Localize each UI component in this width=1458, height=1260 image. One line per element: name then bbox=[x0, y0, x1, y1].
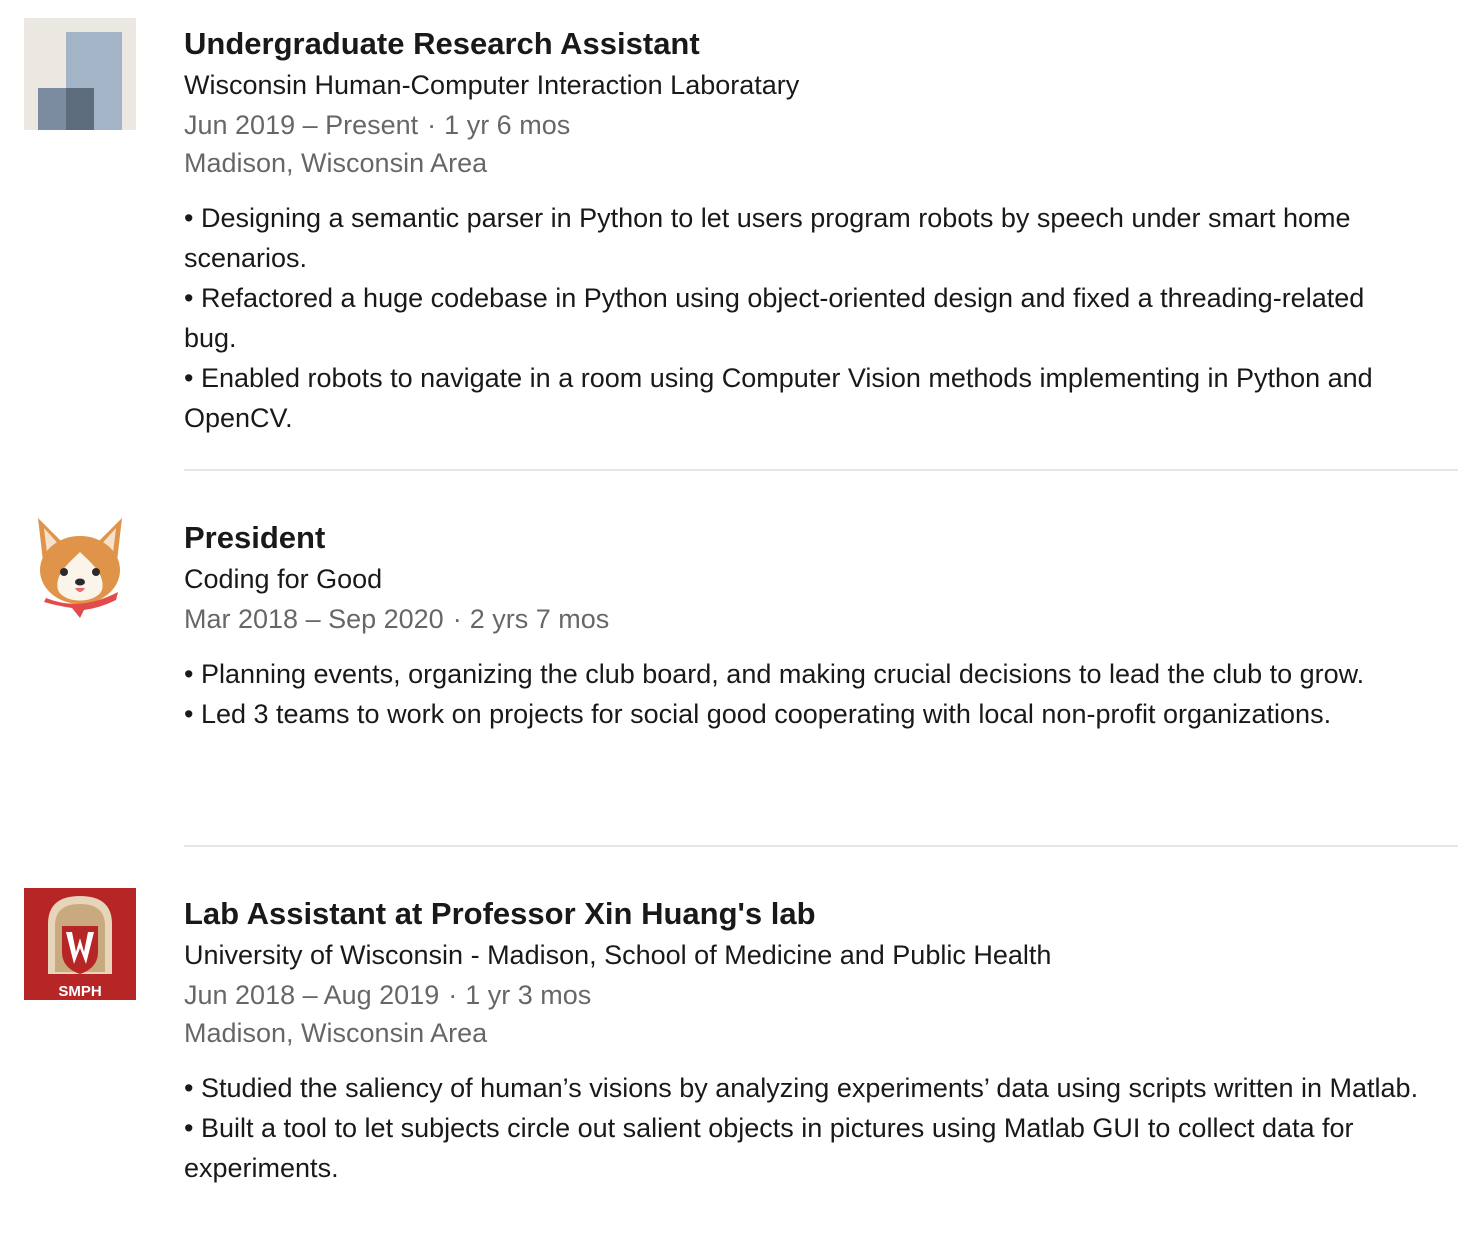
job-title[interactable]: Lab Assistant at Professor Xin Huang's l… bbox=[184, 894, 1424, 934]
company-name[interactable]: Coding for Good bbox=[184, 560, 1424, 598]
duration: 1 yr 6 mos bbox=[444, 110, 571, 140]
company-name[interactable]: University of Wisconsin - Madison, Schoo… bbox=[184, 936, 1424, 974]
separator-dot: · bbox=[448, 980, 458, 1010]
location: Madison, Wisconsin Area bbox=[184, 148, 488, 178]
description: • Designing a semantic parser in Python … bbox=[184, 198, 1424, 438]
description-bullet: • Planning events, organizing the club b… bbox=[184, 659, 1365, 689]
description-bullet: • Led 3 teams to work on projects for so… bbox=[184, 699, 1332, 729]
duration: 2 yrs 7 mos bbox=[469, 604, 610, 634]
separator-dot: · bbox=[452, 604, 462, 634]
description-bullet: • Refactored a huge codebase in Python u… bbox=[184, 283, 1365, 353]
date-range: Mar 2018 – Sep 2020 · 2 yrs 7 mos bbox=[184, 600, 1424, 638]
smph-logo-text: SMPH bbox=[58, 983, 101, 1000]
smph-logo-icon[interactable]: SMPH bbox=[24, 888, 136, 1000]
description: • Planning events, organizing the club b… bbox=[184, 654, 1424, 734]
description-bullet: • Built a tool to let subjects circle ou… bbox=[184, 1113, 1354, 1183]
date-range-text: Mar 2018 – Sep 2020 bbox=[184, 604, 444, 634]
divider bbox=[184, 469, 1458, 471]
date-range-text: Jun 2019 – Present bbox=[184, 110, 419, 140]
description: • Studied the saliency of human’s vision… bbox=[184, 1068, 1424, 1188]
company-name[interactable]: Wisconsin Human-Computer Interaction Lab… bbox=[184, 66, 1424, 104]
date-range: Jun 2018 – Aug 2019 · 1 yr 3 mos bbox=[184, 976, 1424, 1014]
location: Madison, Wisconsin Area bbox=[184, 1018, 488, 1048]
date-range: Jun 2019 – Present · 1 yr 6 mos bbox=[184, 106, 1424, 144]
generic-company-icon[interactable] bbox=[24, 18, 136, 130]
separator-dot: · bbox=[427, 110, 437, 140]
job-title[interactable]: President bbox=[184, 518, 1424, 558]
description-bullet: • Enabled robots to navigate in a room u… bbox=[184, 363, 1373, 433]
divider bbox=[184, 845, 1458, 847]
duration: 1 yr 3 mos bbox=[465, 980, 592, 1010]
date-range-text: Jun 2018 – Aug 2019 bbox=[184, 980, 440, 1010]
description-bullet: • Studied the saliency of human’s vision… bbox=[184, 1073, 1419, 1103]
job-title[interactable]: Undergraduate Research Assistant bbox=[184, 24, 1424, 64]
description-bullet: • Designing a semantic parser in Python … bbox=[184, 203, 1351, 273]
corgi-logo-icon[interactable] bbox=[24, 512, 136, 624]
